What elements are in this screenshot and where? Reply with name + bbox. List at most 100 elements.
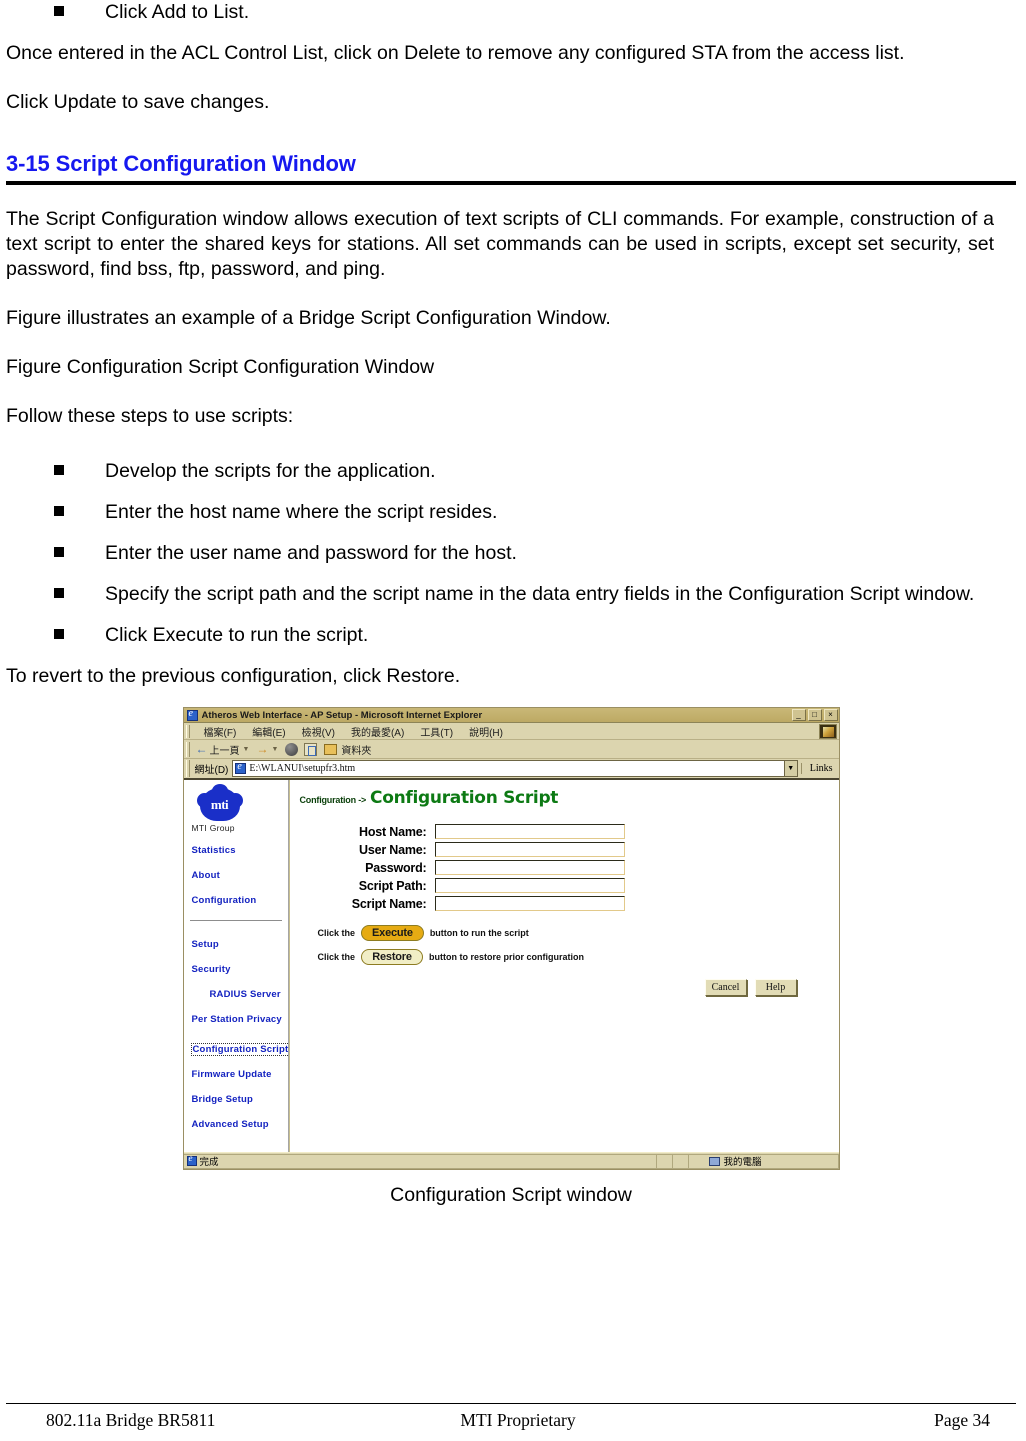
script-name-label: Script Name: [351, 896, 427, 911]
figure-browser-screenshot: Atheros Web Interface - AP Setup - Micro… [6, 707, 1016, 1170]
execute-button[interactable]: Execute [361, 925, 424, 941]
square-bullet-icon [54, 6, 64, 16]
folders-button[interactable]: 資料夾 [324, 742, 371, 757]
window-title: Atheros Web Interface - AP Setup - Micro… [201, 709, 483, 721]
password-input[interactable] [434, 860, 625, 875]
restore-button[interactable]: □ [807, 709, 822, 721]
forward-button[interactable]: → ▼ [256, 742, 278, 756]
sidebar-item-advanced-setup[interactable]: Advanced Setup [192, 1119, 288, 1130]
cancel-button[interactable]: Cancel [704, 979, 747, 996]
host-name-label: Host Name: [359, 824, 427, 839]
chevron-down-icon[interactable]: ▼ [271, 746, 278, 753]
status-message: 完成 [183, 1153, 657, 1169]
restore-button[interactable]: Restore [361, 949, 424, 965]
stop-icon[interactable] [285, 742, 299, 756]
footer-left: 802.11a Bridge BR5811 [46, 1410, 216, 1430]
back-button[interactable]: ← 上一頁 ▼ [196, 742, 250, 757]
close-button[interactable]: × [823, 709, 838, 721]
user-name-input[interactable] [434, 842, 625, 857]
host-name-input[interactable] [434, 824, 625, 839]
arrow-right-icon: → [256, 742, 269, 756]
arrow-left-icon: ← [195, 742, 208, 756]
restore-line: Click the Restore button to restore prio… [318, 949, 839, 965]
sidebar-item-radius-server[interactable]: RADIUS Server [210, 989, 288, 1000]
step-item: Develop the scripts for the application. [6, 459, 1016, 484]
password-label: Password: [365, 860, 427, 875]
step-text: Enter the host name where the script res… [105, 501, 498, 523]
footer-right: Page 34 [934, 1410, 991, 1430]
step-item: Enter the host name where the script res… [6, 500, 1016, 525]
bullet-item: Click Add to List. [6, 0, 1016, 25]
script-name-input[interactable] [434, 896, 625, 911]
paragraph-figure-illustrates: Figure illustrates an example of a Bridg… [6, 307, 611, 329]
refresh-icon[interactable] [304, 742, 318, 756]
toolbar-grip-handle[interactable] [185, 741, 190, 757]
chevron-down-icon[interactable]: ▼ [243, 746, 250, 753]
sidebar-item-configuration-script[interactable]: Configuration Script [190, 1043, 291, 1056]
page-footer: 802.11a Bridge BR5811 MTI Proprietary Pa… [6, 1403, 1016, 1431]
menu-item-tools[interactable]: 工具(T) [412, 724, 461, 739]
form-row-password: Password: [330, 860, 839, 875]
user-name-label: User Name: [359, 842, 427, 857]
sidebar-item-configuration[interactable]: Configuration [192, 895, 288, 906]
action-lines: Click the Execute button to run the scri… [318, 925, 839, 965]
mti-logo-icon: mti [196, 784, 243, 821]
folder-icon [324, 743, 338, 755]
square-bullet-icon [54, 506, 64, 516]
menu-grip-handle[interactable] [185, 724, 190, 738]
sidebar-item-security[interactable]: Security [192, 964, 288, 975]
step-text: Click Execute to run the script. [105, 624, 369, 646]
page-content: Configuration -> Configuration Script Ho… [288, 780, 839, 1152]
browser-viewport: mti MTI Group Statistics About Configura… [183, 780, 839, 1152]
script-form: Host Name: User Name: Password: Script P… [330, 824, 839, 911]
paragraph-follow-steps: Follow these steps to use scripts: [6, 405, 294, 427]
status-zone: 我的電腦 [688, 1153, 839, 1169]
step-item: Enter the user name and password for the… [6, 541, 1016, 566]
sidebar-item-statistics[interactable]: Statistics [192, 845, 288, 856]
menu-item-help[interactable]: 說明(H) [461, 724, 511, 739]
section-divider [6, 181, 1016, 185]
my-computer-icon [708, 1156, 720, 1166]
sidebar-item-firmware-update[interactable]: Firmware Update [192, 1069, 288, 1080]
page-icon [235, 761, 247, 774]
menu-bar: 檔案(F) 編輯(E) 檢視(V) 我的最愛(A) 工具(T) 說明(H) [183, 723, 839, 740]
folders-button-label: 資料夾 [341, 745, 372, 757]
address-input[interactable]: E:\WLANUI\setupfr3.htm [232, 760, 784, 777]
breadcrumb: Configuration -> Configuration Script [300, 788, 839, 808]
tool-bar: ← 上一頁 ▼ → ▼ 資料夾 [183, 740, 839, 759]
status-cell-1 [656, 1153, 673, 1169]
addressbar-grip-handle[interactable] [185, 760, 190, 777]
square-bullet-icon [54, 465, 64, 475]
page-title: Configuration Script [370, 788, 559, 808]
sidebar-item-setup[interactable]: Setup [192, 939, 288, 950]
ie-brand-logo-icon [818, 723, 837, 739]
sidebar-item-per-station-privacy[interactable]: Per Station Privacy [192, 1014, 288, 1025]
document-page: Click Add to List. Once entered in the A… [0, 0, 1026, 1207]
status-page-icon [186, 1153, 197, 1166]
script-path-input[interactable] [434, 878, 625, 893]
window-controls: _ □ × [791, 709, 838, 721]
menu-item-view[interactable]: 檢視(V) [294, 724, 343, 739]
sidebar-item-bridge-setup[interactable]: Bridge Setup [192, 1094, 288, 1105]
square-bullet-icon [54, 588, 64, 598]
back-button-label: 上一頁 [209, 745, 240, 757]
logo-wordmark: mti [210, 797, 229, 812]
square-bullet-icon [54, 547, 64, 557]
execute-line: Click the Execute button to run the scri… [318, 925, 839, 941]
logo-area: mti MTI Group [190, 784, 288, 833]
section-heading: 3-15 Script Configuration Window [6, 151, 356, 176]
figure-caption: Configuration Script window [390, 1184, 632, 1206]
address-dropdown-button[interactable]: ▼ [783, 760, 798, 777]
menu-item-edit[interactable]: 編輯(E) [244, 724, 293, 739]
footer-divider [6, 1403, 1016, 1404]
step-item: Specify the script path and the script n… [6, 582, 1016, 607]
execute-line-suffix: button to run the script [429, 928, 529, 938]
menu-item-favorites[interactable]: 我的最愛(A) [343, 724, 412, 739]
dialog-buttons: Cancel Help [300, 979, 797, 996]
menu-item-file[interactable]: 檔案(F) [196, 724, 245, 739]
minimize-button[interactable]: _ [791, 709, 806, 721]
form-row-user-name: User Name: [330, 842, 839, 857]
links-button[interactable]: Links [800, 763, 839, 774]
help-button[interactable]: Help [754, 979, 797, 996]
sidebar-item-about[interactable]: About [192, 870, 288, 881]
